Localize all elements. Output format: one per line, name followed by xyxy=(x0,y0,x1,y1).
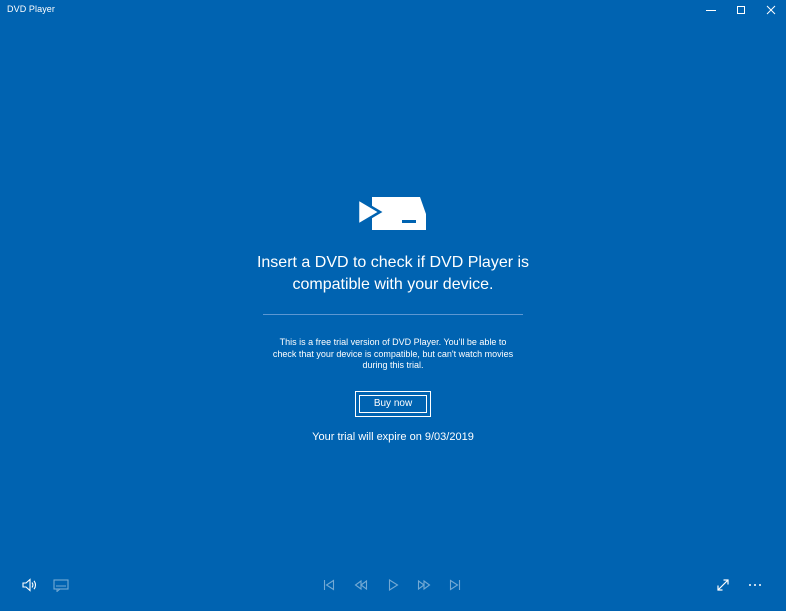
app-title: DVD Player xyxy=(7,4,56,14)
maximize-button[interactable] xyxy=(726,0,756,20)
minimize-icon xyxy=(706,10,716,11)
previous-chapter-icon xyxy=(323,579,335,591)
subtitles-button[interactable] xyxy=(50,574,72,596)
buy-now-button[interactable]: Buy now xyxy=(355,390,431,417)
subtitles-icon xyxy=(53,578,69,592)
close-icon xyxy=(766,5,776,15)
play-icon xyxy=(388,579,399,591)
previous-chapter-button[interactable] xyxy=(318,574,340,596)
insert-dvd-panel: Insert a DVD to check if DVD Player is c… xyxy=(0,194,786,443)
dvd-drive-icon xyxy=(358,197,426,230)
divider xyxy=(263,314,523,315)
rewind-icon xyxy=(354,579,368,591)
buy-now-label: Buy now xyxy=(359,394,427,413)
next-chapter-button[interactable] xyxy=(444,574,466,596)
close-button[interactable] xyxy=(756,0,786,20)
fast-forward-button[interactable] xyxy=(413,574,435,596)
volume-button[interactable] xyxy=(19,574,41,596)
fullscreen-button[interactable] xyxy=(712,574,734,596)
volume-icon xyxy=(22,578,37,592)
title-bar: DVD Player xyxy=(0,0,786,20)
trial-expiry-text: Your trial will expire on 9/03/2019 xyxy=(312,430,474,443)
trial-notice: This is a free trial version of DVD Play… xyxy=(272,337,514,370)
more-options-icon xyxy=(749,584,761,586)
next-chapter-icon xyxy=(449,579,461,591)
rewind-button[interactable] xyxy=(350,574,372,596)
more-options-button[interactable] xyxy=(744,574,766,596)
insert-dvd-headline: Insert a DVD to check if DVD Player is c… xyxy=(256,254,530,293)
fullscreen-icon xyxy=(717,579,729,591)
maximize-icon xyxy=(737,6,745,14)
fast-forward-icon xyxy=(417,579,431,591)
minimize-button[interactable] xyxy=(696,0,726,20)
play-button[interactable] xyxy=(382,574,404,596)
